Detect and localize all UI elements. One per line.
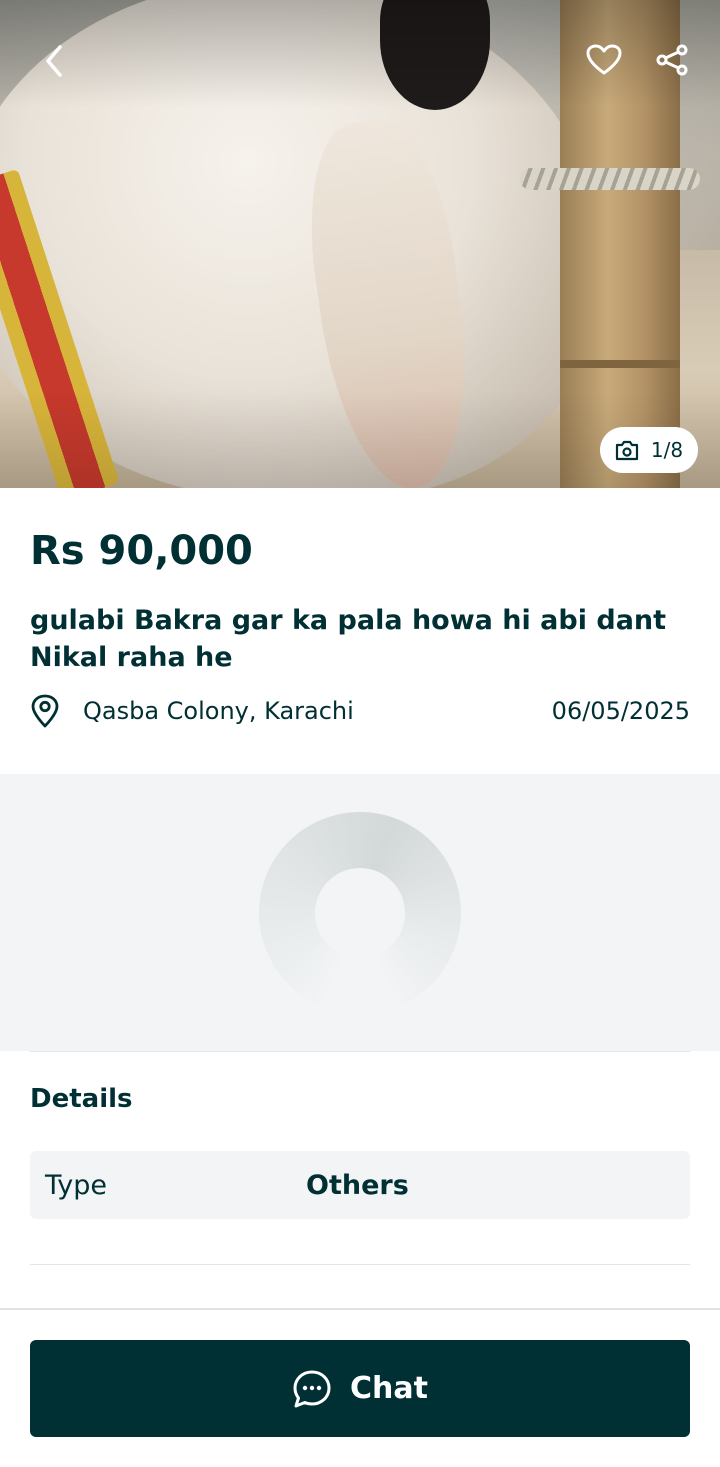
photo-counter[interactable]: 1/8	[600, 427, 698, 473]
favorite-button[interactable]	[582, 38, 626, 82]
listing-price: Rs 90,000	[30, 528, 253, 574]
back-button[interactable]	[30, 38, 80, 84]
detail-key: Type	[45, 1169, 108, 1201]
chevron-left-icon	[46, 45, 62, 77]
share-icon	[656, 44, 688, 76]
loading-spinner	[259, 812, 461, 1014]
listing-location: Qasba Colony, Karachi	[83, 697, 354, 725]
location-pin-icon	[30, 690, 70, 732]
details-heading: Details	[30, 1084, 133, 1114]
listing-date: 06/05/2025	[551, 697, 690, 725]
detail-value: Others	[306, 1169, 409, 1201]
divider	[30, 1051, 690, 1052]
photo-counter-text: 1/8	[650, 438, 684, 462]
divider	[30, 1264, 690, 1265]
chat-button-label: Chat	[350, 1371, 428, 1406]
share-button[interactable]	[650, 38, 694, 82]
chat-bubble-icon	[293, 1370, 331, 1407]
bottom-bar-divider	[0, 1308, 720, 1310]
listing-title: gulabi Bakra gar ka pala howa hi abi dan…	[30, 605, 667, 673]
detail-row-type: Type Others	[30, 1151, 690, 1219]
location-row: Qasba Colony, Karachi 06/05/2025	[30, 690, 690, 732]
heart-icon	[586, 44, 622, 75]
camera-icon	[615, 440, 639, 461]
map-placeholder	[0, 774, 720, 1051]
chat-button[interactable]: Chat	[30, 1340, 690, 1437]
